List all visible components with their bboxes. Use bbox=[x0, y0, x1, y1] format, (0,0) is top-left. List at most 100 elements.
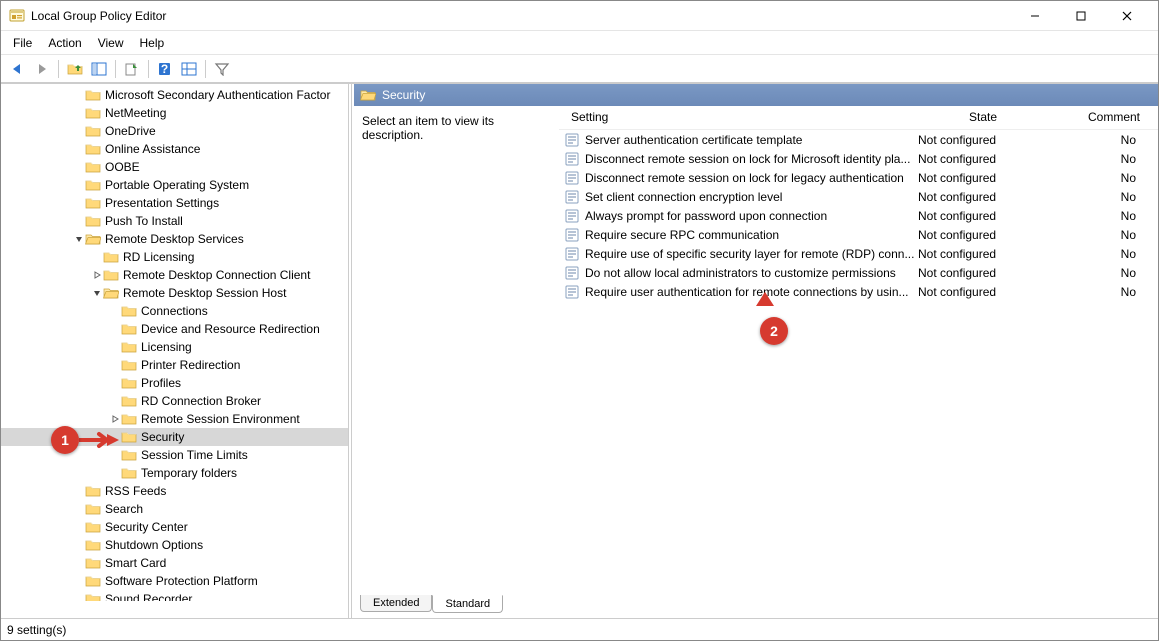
tab-standard[interactable]: Standard bbox=[432, 595, 503, 613]
tree-item[interactable]: Remote Desktop Connection Client bbox=[1, 266, 348, 284]
tree-item[interactable]: Search bbox=[1, 500, 348, 518]
tree-item[interactable]: Push To Install bbox=[1, 212, 348, 230]
tree-item[interactable]: Sound Recorder bbox=[1, 590, 348, 601]
tree-item-label: Profiles bbox=[141, 376, 181, 390]
tree-item-label: Printer Redirection bbox=[141, 358, 240, 372]
view-tabs: Extended Standard bbox=[354, 596, 1158, 618]
tree-item-label: Remote Desktop Session Host bbox=[123, 286, 286, 300]
setting-row[interactable]: Disconnect remote session on lock for le… bbox=[559, 168, 1158, 187]
setting-row[interactable]: Always prompt for password upon connecti… bbox=[559, 206, 1158, 225]
setting-state: Not configured bbox=[918, 209, 1048, 223]
tree-item[interactable]: Profiles bbox=[1, 374, 348, 392]
tree-item[interactable]: Smart Card bbox=[1, 554, 348, 572]
tree-item-label: NetMeeting bbox=[105, 106, 166, 120]
tree-item[interactable]: Remote Desktop Session Host bbox=[1, 284, 348, 302]
tree-item[interactable]: Portable Operating System bbox=[1, 176, 348, 194]
menu-action[interactable]: Action bbox=[40, 34, 89, 52]
tree-item[interactable]: Shutdown Options bbox=[1, 536, 348, 554]
tree-item[interactable]: Temporary folders bbox=[1, 464, 348, 482]
annotation-arrow-2 bbox=[754, 292, 776, 318]
tree-item[interactable]: OneDrive bbox=[1, 122, 348, 140]
annotation-badge-1: 1 bbox=[51, 426, 79, 454]
tree-item[interactable]: RD Connection Broker bbox=[1, 392, 348, 410]
folder-icon bbox=[121, 376, 137, 390]
properties-button[interactable] bbox=[178, 58, 200, 80]
back-button[interactable] bbox=[7, 58, 29, 80]
help-button[interactable]: ? bbox=[154, 58, 176, 80]
filter-button[interactable] bbox=[211, 58, 233, 80]
annotation-arrow-1 bbox=[79, 431, 119, 449]
settings-list[interactable]: Server authentication certificate templa… bbox=[559, 130, 1158, 596]
tree-item-label: Licensing bbox=[141, 340, 192, 354]
policy-tree[interactable]: Microsoft Secondary Authentication Facto… bbox=[1, 84, 348, 601]
menu-help[interactable]: Help bbox=[132, 34, 173, 52]
forward-button[interactable] bbox=[31, 58, 53, 80]
tree-item-label: Online Assistance bbox=[105, 142, 200, 156]
maximize-button[interactable] bbox=[1058, 1, 1104, 31]
setting-row[interactable]: Server authentication certificate templa… bbox=[559, 130, 1158, 149]
setting-comment: No bbox=[1048, 133, 1158, 147]
tree-item[interactable]: Licensing bbox=[1, 338, 348, 356]
export-button[interactable] bbox=[121, 58, 143, 80]
setting-comment: No bbox=[1048, 247, 1158, 261]
tree-item[interactable]: Printer Redirection bbox=[1, 356, 348, 374]
tree-item-label: RD Connection Broker bbox=[141, 394, 261, 408]
setting-row[interactable]: Disconnect remote session on lock for Mi… bbox=[559, 149, 1158, 168]
statusbar: 9 setting(s) bbox=[1, 618, 1158, 640]
tree-item-label: Portable Operating System bbox=[105, 178, 249, 192]
setting-row[interactable]: Require user authentication for remote c… bbox=[559, 282, 1158, 301]
setting-icon bbox=[565, 190, 581, 204]
folder-icon bbox=[121, 304, 137, 318]
tab-extended[interactable]: Extended bbox=[360, 595, 432, 612]
setting-row[interactable]: Do not allow local administrators to cus… bbox=[559, 263, 1158, 282]
chevron-right-icon[interactable] bbox=[91, 271, 103, 279]
setting-icon bbox=[565, 209, 581, 223]
folder-icon bbox=[121, 448, 137, 462]
folder-icon bbox=[121, 466, 137, 480]
tree-item[interactable]: OOBE bbox=[1, 158, 348, 176]
svg-text:?: ? bbox=[161, 62, 168, 76]
tree-item[interactable]: Security Center bbox=[1, 518, 348, 536]
folder-icon bbox=[85, 214, 101, 228]
show-hide-tree-button[interactable] bbox=[88, 58, 110, 80]
tree-item-label: Connections bbox=[141, 304, 208, 318]
status-text: 9 setting(s) bbox=[7, 623, 66, 637]
tree-item[interactable]: Online Assistance bbox=[1, 140, 348, 158]
up-button[interactable] bbox=[64, 58, 86, 80]
tree-item[interactable]: RD Licensing bbox=[1, 248, 348, 266]
column-state[interactable]: State bbox=[918, 106, 1048, 129]
tree-item[interactable]: Microsoft Secondary Authentication Facto… bbox=[1, 86, 348, 104]
setting-state: Not configured bbox=[918, 190, 1048, 204]
tree-item[interactable]: Remote Desktop Services bbox=[1, 230, 348, 248]
tree-item-label: Remote Desktop Connection Client bbox=[123, 268, 310, 282]
tree-item-label: Software Protection Platform bbox=[105, 574, 258, 588]
minimize-button[interactable] bbox=[1012, 1, 1058, 31]
chevron-right-icon[interactable] bbox=[109, 415, 121, 423]
setting-row[interactable]: Require secure RPC communicationNot conf… bbox=[559, 225, 1158, 244]
settings-header[interactable]: Setting State Comment bbox=[559, 106, 1158, 130]
close-button[interactable] bbox=[1104, 1, 1150, 31]
folder-icon bbox=[121, 412, 137, 426]
folder-icon bbox=[85, 592, 101, 601]
tree-item[interactable]: Device and Resource Redirection bbox=[1, 320, 348, 338]
tree-item[interactable]: Connections bbox=[1, 302, 348, 320]
setting-name: Always prompt for password upon connecti… bbox=[585, 209, 918, 223]
folder-icon bbox=[85, 232, 101, 246]
tree-item[interactable]: NetMeeting bbox=[1, 104, 348, 122]
chevron-down-icon[interactable] bbox=[91, 289, 103, 297]
setting-row[interactable]: Require use of specific security layer f… bbox=[559, 244, 1158, 263]
menu-view[interactable]: View bbox=[90, 34, 132, 52]
setting-row[interactable]: Set client connection encryption levelNo… bbox=[559, 187, 1158, 206]
menu-file[interactable]: File bbox=[5, 34, 40, 52]
tree-item[interactable]: RSS Feeds bbox=[1, 482, 348, 500]
tree-item[interactable]: Software Protection Platform bbox=[1, 572, 348, 590]
chevron-down-icon[interactable] bbox=[73, 235, 85, 243]
tree-item[interactable]: Remote Session Environment bbox=[1, 410, 348, 428]
column-setting[interactable]: Setting bbox=[559, 106, 918, 129]
tree-hscrollbar[interactable] bbox=[1, 601, 348, 618]
column-comment[interactable]: Comment bbox=[1048, 106, 1158, 129]
setting-state: Not configured bbox=[918, 266, 1048, 280]
tree-item[interactable]: Presentation Settings bbox=[1, 194, 348, 212]
tree-pane: Microsoft Secondary Authentication Facto… bbox=[1, 84, 349, 618]
folder-icon bbox=[121, 322, 137, 336]
